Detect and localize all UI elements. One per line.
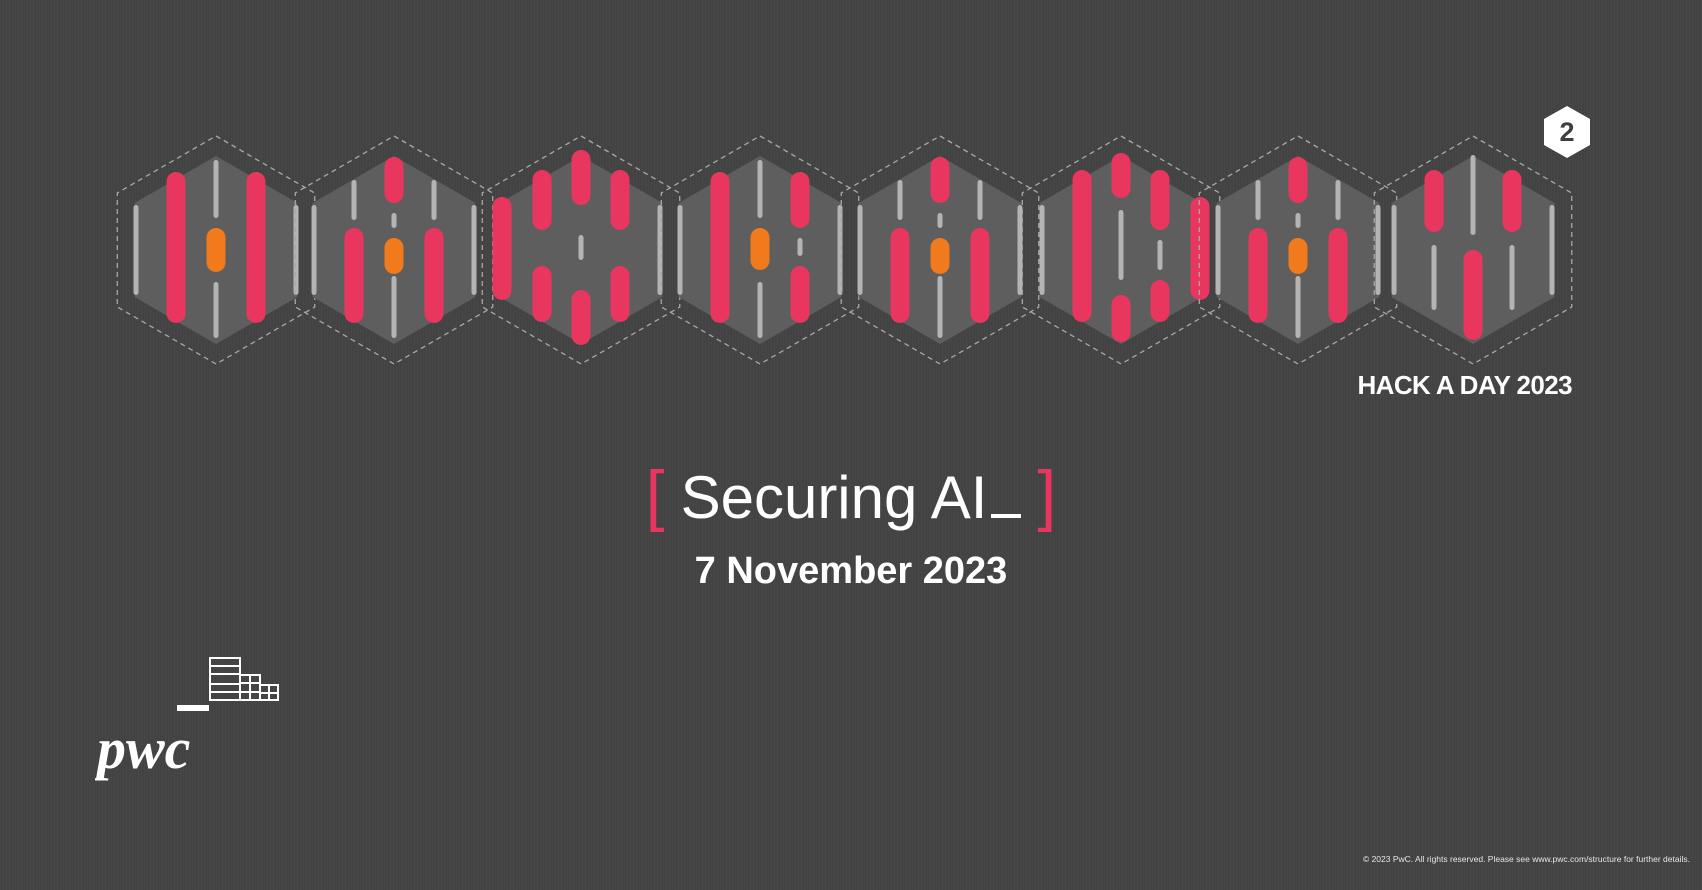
hex-4-grey-bar-1 [757,160,763,218]
hexagon-banner: 2 [116,106,1590,365]
hexagon-pattern-group [116,135,1573,365]
hex-8-pink-bar-3 [1463,250,1483,340]
logo-wordmark: pwc [95,716,190,781]
logo-underscore [177,705,209,711]
hex-1-pink-bar-1 [166,172,186,323]
hex-3-pink-bar-5 [571,290,591,345]
hex-7-grey-bar-1 [1295,213,1301,228]
hex-7-pink-bar-3 [1328,228,1348,323]
hex-6-pink-bar-4 [1190,197,1210,300]
badge-number: 2 [1559,117,1574,147]
pwc-logo: pwc [95,657,279,781]
hex-3-pink-bar-6 [532,266,552,322]
hex-2-grey-bar-1 [391,213,397,228]
hex-7-pink-bar-2 [1248,228,1268,323]
hex-8-pink-bar-1 [1424,170,1444,232]
hex-1-grey-bar-1 [213,160,219,218]
hex-7-orange-bar-1 [1288,238,1308,274]
hex-6-grey-bar-3 [1157,240,1163,270]
hex-3-grey-bar-1 [578,235,584,260]
hex-5-orange-bar-1 [930,238,950,274]
hex-7-pink-bar-1 [1288,157,1308,203]
hex-8-grey-bar-2 [1431,245,1437,310]
hex-5-pink-bar-1 [930,157,950,203]
hex-8-grey-bar-3 [1509,245,1515,310]
hex-2-pink-bar-2 [344,228,364,323]
hex-3-pink-bar-2 [532,170,552,230]
hex-1-grey-bar-4 [293,205,299,295]
hex-6-pink-bar-6 [1150,280,1170,322]
event-date: 7 November 2023 [694,550,1008,592]
hex-2-pink-bar-3 [424,228,444,323]
hex-2-grey-bar-3 [351,180,357,220]
copyright-note: © 2023 PwC. All rights reserved. Please … [1362,854,1690,864]
hex-8-pink-bar-2 [1502,170,1522,232]
hex-7-grey-bar-6 [1375,205,1381,295]
hex-4-grey-bar-5 [797,238,803,256]
hex-6-pink-bar-1 [1111,153,1131,198]
hex-2-pink-bar-1 [384,157,404,203]
hex-1-pink-bar-2 [246,172,266,323]
hex-1-grey-bar-2 [213,282,219,338]
hex-7-grey-bar-3 [1255,180,1261,220]
hex-8-grey-bar-1 [1470,155,1476,235]
hex-5-grey-bar-4 [977,180,983,220]
hex-7-grey-bar-5 [1215,205,1221,295]
hex-1-grey-bar-3 [133,205,139,295]
hex-6-pink-bar-3 [1150,170,1170,230]
hex-2-grey-bar-5 [311,205,317,295]
hex-1-orange-bar-1 [206,228,226,272]
hex-4-grey-bar-2 [757,282,763,338]
hex-6-grey-bar-1 [1118,210,1124,280]
hex-5-pink-bar-2 [890,228,910,323]
cursor-underscore [991,514,1022,518]
hex-4-pink-bar-2 [790,172,810,228]
hex-5-grey-bar-2 [937,276,943,338]
hex-6-pink-bar-5 [1111,295,1131,342]
hex-7-grey-bar-4 [1335,180,1341,220]
hex-2-orange-bar-1 [384,238,404,274]
hex-6-pink-bar-2 [1072,170,1092,322]
hex-5-grey-bar-1 [937,213,943,228]
hex-5-pink-bar-3 [970,228,990,323]
page-title: Securing AI [681,464,1022,531]
event-label: HACK A DAY 2023 [1357,370,1572,400]
hex-2-grey-bar-6 [471,205,477,295]
hex-8-grey-bar-4 [1391,205,1397,295]
hex-4-grey-bar-3 [677,205,683,295]
hex-4-orange-bar-1 [750,228,770,270]
title-close-bracket: ] [1037,457,1057,533]
hex-3-pink-bar-1 [571,150,591,205]
hex-2-grey-bar-4 [431,180,437,220]
building-icon [209,657,279,701]
hex-6-grey-bar-2 [1039,205,1045,295]
hex-4-pink-bar-3 [790,266,810,323]
title-open-bracket: [ [645,457,665,533]
hex-3-pink-bar-7 [610,266,630,322]
hex-2-grey-bar-2 [391,276,397,338]
hex-4-pink-bar-1 [710,172,730,323]
hex-3-pink-bar-3 [610,170,630,230]
hex-5-grey-bar-5 [857,205,863,295]
title-text: Securing AI [680,464,988,531]
hex-8-grey-bar-5 [1549,205,1555,295]
hex-3-pink-bar-4 [492,197,512,300]
badge-icon: 2 [1544,106,1590,158]
hex-7-grey-bar-2 [1295,276,1301,338]
title-block: [Securing AI] [0,455,1702,538]
hex-5-grey-bar-3 [897,180,903,220]
